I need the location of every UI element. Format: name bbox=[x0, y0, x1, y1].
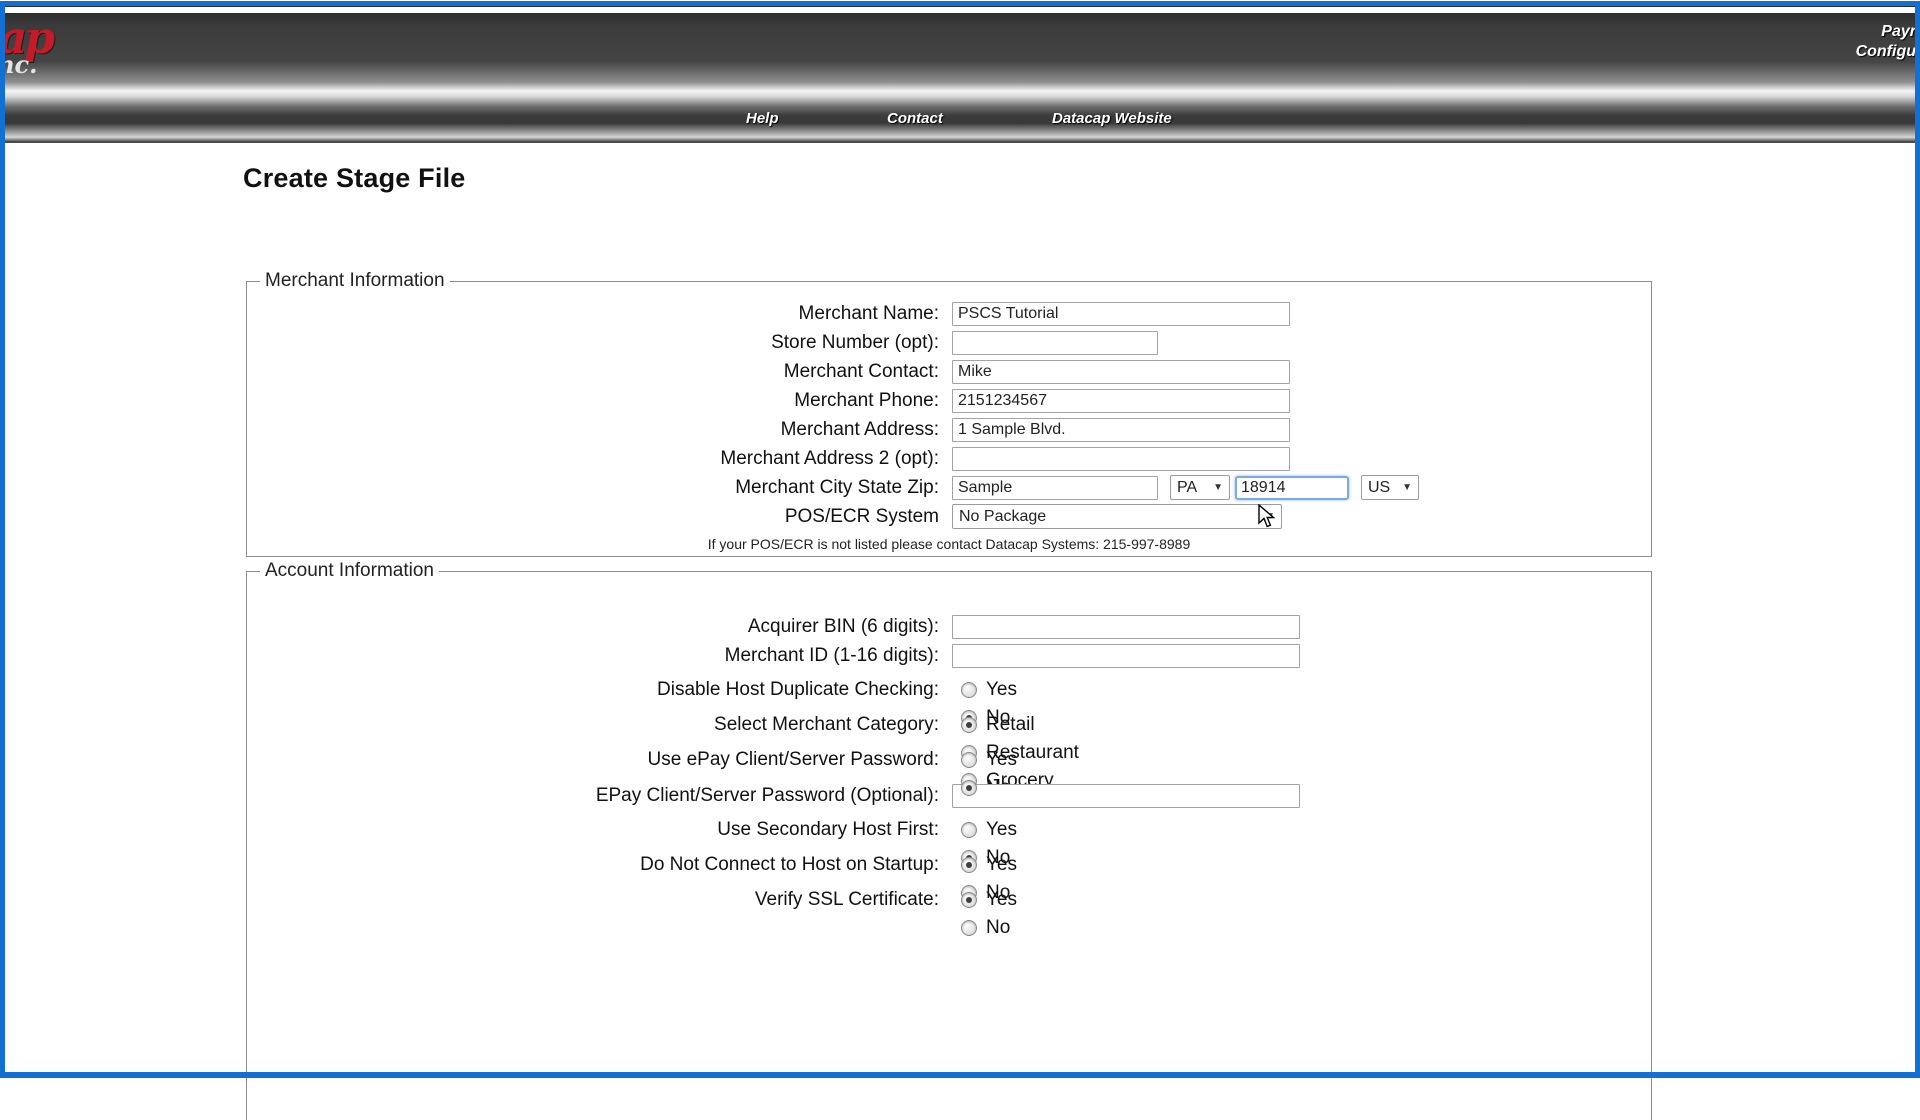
epay-password-input[interactable] bbox=[952, 784, 1300, 808]
window-border-left bbox=[0, 6, 5, 1078]
disable-host-dup-group: Disable Host Duplicate Checking: Yes No bbox=[247, 676, 1651, 705]
radio-label: Yes bbox=[986, 889, 1017, 911]
merchant-id-input[interactable] bbox=[952, 644, 1300, 668]
use-epay-yes-option[interactable]: Yes bbox=[947, 746, 1017, 774]
no-connect-startup-group: Do Not Connect to Host on Startup: Yes N… bbox=[247, 851, 1651, 880]
account-information-fieldset: Account Information Acquirer BIN (6 digi… bbox=[246, 560, 1652, 1120]
no-connect-startup-label: Do Not Connect to Host on Startup: bbox=[247, 851, 947, 879]
zip-input[interactable] bbox=[1235, 476, 1349, 500]
merchant-address-label: Merchant Address: bbox=[247, 419, 947, 441]
merchant-phone-label: Merchant Phone: bbox=[247, 390, 947, 412]
pos-ecr-note: If your POS/ECR is not listed please con… bbox=[247, 536, 1651, 552]
window-top-line bbox=[0, 6, 1920, 7]
acquirer-bin-input[interactable] bbox=[952, 615, 1300, 639]
merchant-category-group: Select Merchant Category: Retail Restaur… bbox=[247, 711, 1651, 740]
secondary-host-yes-option[interactable]: Yes bbox=[947, 816, 1017, 844]
merchant-phone-input[interactable] bbox=[952, 389, 1290, 413]
city-state-zip-row: Merchant City State Zip: PA ▼ US ▼ bbox=[247, 473, 1651, 502]
radio-label: Yes bbox=[986, 854, 1017, 876]
header-right-line1: Payr bbox=[1856, 22, 1916, 42]
pos-ecr-select-value: No Package bbox=[959, 508, 1046, 526]
epay-password-label: EPay Client/Server Password (Optional): bbox=[247, 785, 947, 807]
merchant-address2-label: Merchant Address 2 (opt): bbox=[247, 448, 947, 470]
radio-secondary-host-yes[interactable] bbox=[961, 822, 977, 838]
merchant-information-fieldset: Merchant Information Merchant Name: Stor… bbox=[246, 270, 1652, 557]
merchant-contact-row: Merchant Contact: bbox=[247, 357, 1651, 386]
disable-host-dup-yes-option[interactable]: Yes bbox=[947, 676, 1017, 704]
secondary-host-label: Use Secondary Host First: bbox=[247, 816, 947, 844]
pos-ecr-select[interactable]: No Package ▼ bbox=[952, 504, 1282, 529]
page-title: Create Stage File bbox=[243, 163, 466, 194]
acquirer-bin-label: Acquirer BIN (6 digits): bbox=[247, 616, 947, 638]
merchant-contact-input[interactable] bbox=[952, 360, 1290, 384]
country-select[interactable]: US ▼ bbox=[1361, 475, 1419, 500]
window-border-bottom bbox=[0, 1072, 1920, 1078]
state-select[interactable]: PA ▼ bbox=[1170, 475, 1230, 500]
radio-use-epay-yes[interactable] bbox=[961, 752, 977, 768]
window-border-right bbox=[1915, 6, 1920, 1078]
nav-link-contact[interactable]: Contact bbox=[887, 110, 943, 127]
state-select-value: PA bbox=[1177, 479, 1197, 497]
city-state-zip-label: Merchant City State Zip: bbox=[247, 477, 947, 499]
datacap-logo: cap nc. bbox=[5, 19, 95, 91]
merchant-information-legend: Merchant Information bbox=[260, 270, 450, 292]
radio-label: Yes bbox=[986, 679, 1017, 701]
merchant-city-input[interactable] bbox=[952, 476, 1158, 500]
store-number-label: Store Number (opt): bbox=[247, 332, 947, 354]
radio-no-connect-yes[interactable] bbox=[961, 857, 977, 873]
use-epay-password-label: Use ePay Client/Server Password: bbox=[247, 746, 947, 774]
no-connect-yes-option[interactable]: Yes bbox=[947, 851, 1017, 879]
radio-verify-ssl-yes[interactable] bbox=[961, 892, 977, 908]
window-border-top bbox=[0, 1, 1920, 6]
chevron-down-icon: ▼ bbox=[1265, 511, 1275, 522]
secondary-host-group: Use Secondary Host First: Yes No bbox=[247, 816, 1651, 845]
merchant-id-row: Merchant ID (1-16 digits): bbox=[247, 641, 1651, 670]
header-right-line2: Configu bbox=[1856, 42, 1916, 62]
radio-use-epay-no[interactable] bbox=[961, 780, 977, 796]
disable-host-dup-label: Disable Host Duplicate Checking: bbox=[247, 676, 947, 704]
radio-label: Retail bbox=[986, 714, 1035, 736]
radio-label: Yes bbox=[986, 749, 1017, 771]
merchant-address2-row: Merchant Address 2 (opt): bbox=[247, 444, 1651, 473]
merchant-contact-label: Merchant Contact: bbox=[247, 361, 947, 383]
verify-ssl-yes-option[interactable]: Yes bbox=[947, 886, 1017, 914]
store-number-input[interactable] bbox=[952, 331, 1158, 355]
merchant-address-row: Merchant Address: bbox=[247, 415, 1651, 444]
radio-category-retail[interactable] bbox=[961, 717, 977, 733]
merchant-name-row: Merchant Name: bbox=[247, 299, 1651, 328]
merchant-name-input[interactable] bbox=[952, 302, 1290, 326]
header-right-title: Payr Configu bbox=[1856, 22, 1916, 62]
nav-link-help[interactable]: Help bbox=[746, 110, 779, 127]
account-information-legend: Account Information bbox=[260, 560, 439, 582]
nav-link-datacap-website[interactable]: Datacap Website bbox=[1052, 110, 1172, 127]
radio-verify-ssl-no[interactable] bbox=[961, 920, 977, 936]
country-select-value: US bbox=[1368, 479, 1390, 497]
create-stage-file-page: { "header": { "logo_line1": "cap", "logo… bbox=[0, 0, 1920, 1080]
radio-disable-host-dup-yes[interactable] bbox=[961, 682, 977, 698]
store-number-row: Store Number (opt): bbox=[247, 328, 1651, 357]
header-banner: cap nc. Payr Configu Help Contact Dataca… bbox=[1, 13, 1919, 143]
use-epay-password-group: Use ePay Client/Server Password: Yes No bbox=[247, 746, 1651, 775]
chevron-down-icon: ▼ bbox=[1213, 482, 1223, 493]
merchant-category-label: Select Merchant Category: bbox=[247, 711, 947, 739]
merchant-address-input[interactable] bbox=[952, 418, 1290, 442]
radio-label: No bbox=[986, 917, 1010, 939]
merchant-address2-input[interactable] bbox=[952, 447, 1290, 471]
merchant-name-label: Merchant Name: bbox=[247, 303, 947, 325]
verify-ssl-no-option[interactable]: No bbox=[947, 914, 1017, 942]
merchant-phone-row: Merchant Phone: bbox=[247, 386, 1651, 415]
pos-ecr-label: POS/ECR System bbox=[247, 506, 947, 528]
merchant-id-label: Merchant ID (1-16 digits): bbox=[247, 645, 947, 667]
verify-ssl-group: Verify SSL Certificate: Yes No bbox=[247, 886, 1651, 915]
acquirer-bin-row: Acquirer BIN (6 digits): bbox=[247, 612, 1651, 641]
verify-ssl-label: Verify SSL Certificate: bbox=[247, 886, 947, 914]
radio-label: Yes bbox=[986, 819, 1017, 841]
pos-ecr-row: POS/ECR System No Package ▼ bbox=[247, 502, 1651, 531]
chevron-down-icon: ▼ bbox=[1402, 482, 1412, 493]
